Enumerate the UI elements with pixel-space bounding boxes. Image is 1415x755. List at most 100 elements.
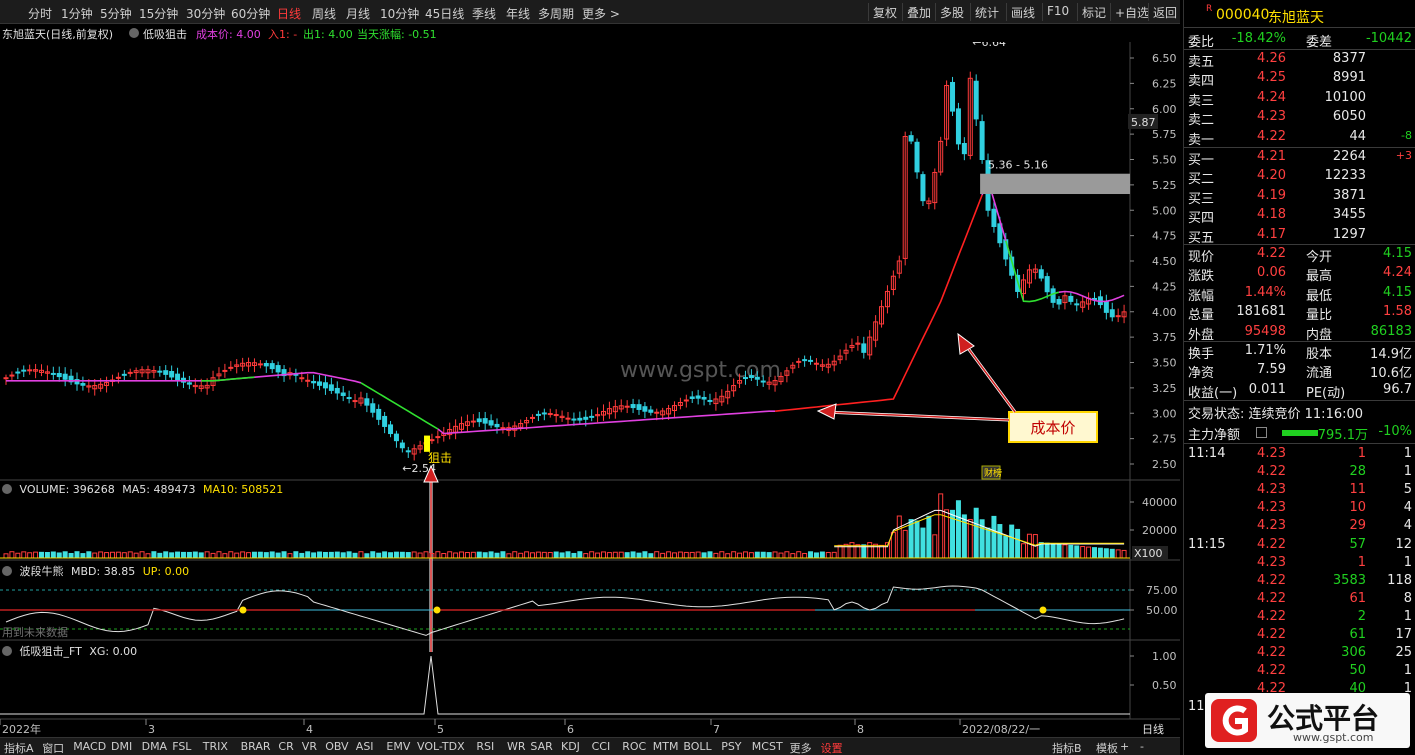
tool-button-8[interactable]: 返回 (1148, 3, 1181, 21)
x-axis-label: 8 (857, 723, 864, 736)
indicator-tab-23[interactable]: MCST (752, 740, 783, 753)
tick-price: 4.22 (1257, 464, 1286, 480)
current-price-tag: 5.87 (1131, 116, 1156, 129)
bottom-right-0[interactable]: 指标B (1052, 740, 1082, 755)
indicator-tab-6[interactable]: TRIX (203, 740, 228, 753)
volume-bar (742, 551, 748, 559)
indicator-tab-1[interactable]: 窗口 (42, 740, 64, 755)
volume-bar (624, 552, 630, 559)
stat-label: 最低 (1306, 288, 1333, 304)
y-tick-label: 3.50 (1152, 357, 1177, 370)
volume-bar (388, 552, 394, 559)
indicator-tab-20[interactable]: MTM (653, 740, 679, 753)
y-tick-label: 5.50 (1152, 154, 1177, 167)
timeframe-8[interactable]: 月线 (346, 5, 370, 22)
indicator-tab-24[interactable]: 更多 (790, 740, 812, 755)
tool-button-1[interactable]: 叠加 (902, 3, 935, 21)
timeframe-2[interactable]: 5分钟 (100, 5, 132, 22)
indicator-tab-2[interactable]: MACD (73, 740, 106, 753)
timeframe-4[interactable]: 30分钟 (186, 5, 225, 22)
callout-arrow (824, 411, 1010, 421)
volume-bar (772, 551, 778, 559)
timeframe-9[interactable]: 10分钟 (380, 5, 419, 22)
volume-bar (808, 551, 814, 559)
xg-line (0, 655, 1130, 715)
indicator-tab-5[interactable]: FSL (172, 740, 191, 753)
stat2-label: 换手 (1188, 347, 1215, 362)
indicator-tab-18[interactable]: CCI (592, 740, 611, 753)
tool-button-4[interactable]: 画线 (1006, 3, 1039, 21)
mbd-toggle-icon[interactable] (2, 566, 12, 576)
tick-price: 4.22 (1257, 590, 1286, 606)
timeframe-10[interactable]: 45日线 (425, 5, 464, 22)
xg-toggle-icon[interactable] (2, 646, 12, 656)
indicator-tab-11[interactable]: ASI (356, 740, 374, 753)
bottom-right-2[interactable]: + (1120, 740, 1129, 753)
stat-value: 95498 (1244, 323, 1286, 339)
tick-row: 11:15 4.22 57 12 (1184, 536, 1415, 555)
volume-bar (1115, 549, 1121, 559)
tick-row: 4.22 61 17 (1184, 626, 1415, 645)
indicator-tab-3[interactable]: DMI (111, 740, 132, 753)
bottom-right-3[interactable]: - (1140, 740, 1144, 753)
tick-volume: 57 (1349, 536, 1366, 552)
indicator-tab-0[interactable]: 指标A (4, 740, 34, 755)
timeframe-11[interactable]: 季线 (472, 5, 496, 22)
volume-toggle-icon[interactable] (2, 484, 12, 494)
indicator-tab-21[interactable]: BOLL (683, 740, 711, 753)
indicator-tab-8[interactable]: CR (278, 740, 293, 753)
timeframe-6[interactable]: 日线 (277, 5, 301, 22)
indicator-tab-14[interactable]: RSI (476, 740, 494, 753)
timeframe-12[interactable]: 年线 (506, 5, 530, 22)
timeframe-13[interactable]: 多周期 (538, 5, 574, 22)
tick-price: 4.23 (1257, 446, 1286, 461)
volume-bar (257, 551, 263, 559)
list-icon[interactable] (1256, 427, 1267, 438)
volume-bar (157, 552, 163, 559)
tool-button-6[interactable]: 标记 (1077, 3, 1110, 21)
indicator-tab-25[interactable]: 设置 (821, 740, 843, 755)
timeframe-7[interactable]: 周线 (312, 5, 336, 22)
y-tick-label: 3.25 (1152, 382, 1177, 395)
volume-bar (175, 551, 181, 559)
tool-button-5[interactable]: F10 (1042, 3, 1073, 21)
candle-body (263, 363, 269, 367)
tool-button-3[interactable]: 统计 (970, 3, 1003, 21)
volume-bar (518, 552, 524, 559)
indicator-tab-13[interactable]: VOL-TDX (417, 740, 465, 753)
timeframe-14[interactable]: 更多 > (582, 5, 620, 22)
indicator-tab-9[interactable]: VR (302, 740, 317, 753)
candle-body (636, 404, 642, 410)
tool-button-7[interactable]: +自选 (1110, 3, 1153, 21)
tool-button-0[interactable]: 复权 (868, 3, 901, 21)
indicator-tab-19[interactable]: ROC (622, 740, 646, 753)
stat2-row: 换手 1.71% 股本 14.9亿 (1184, 342, 1415, 362)
indicator-tab-16[interactable]: SAR (530, 740, 552, 753)
indicator-tab-10[interactable]: OBV (325, 740, 348, 753)
mbd-signal-dot (433, 606, 441, 614)
bid-volume: 1297 (1332, 226, 1366, 242)
indicator-tab-15[interactable]: WR (507, 740, 526, 753)
indicator-tab-22[interactable]: PSY (721, 740, 741, 753)
timeframe-0[interactable]: 分时 (28, 5, 52, 22)
timeframe-5[interactable]: 60分钟 (231, 5, 270, 22)
indicator-tab-17[interactable]: KDJ (561, 740, 580, 753)
volume-bar (251, 551, 257, 559)
tool-button-2[interactable]: 多股 (935, 3, 968, 21)
volume-bar (630, 551, 636, 559)
indicator-tab-12[interactable]: EMV (386, 740, 410, 753)
tick-count: 1 (1403, 554, 1412, 570)
net-flow-value: -795.1万 (1313, 428, 1368, 443)
tick-price: 4.23 (1257, 554, 1286, 570)
volume-bar (127, 551, 133, 559)
indicator-tab-7[interactable]: BRAR (241, 740, 271, 753)
volume-bar (666, 551, 672, 559)
y-tick-label: 6.25 (1152, 77, 1177, 90)
chart-canvas[interactable]: 6.50 6.25 6.00 5.75 5.50 5.25 5.00 4.75 4.50 4.25… (0, 42, 1180, 737)
timeframe-3[interactable]: 15分钟 (139, 5, 178, 22)
tick-row: 4.22 28 1 (1184, 463, 1415, 482)
timeframe-1[interactable]: 1分钟 (61, 5, 93, 22)
bottom-right-1[interactable]: 模板 (1096, 740, 1118, 755)
indicator-tab-4[interactable]: DMA (142, 740, 168, 753)
divider (1184, 400, 1415, 401)
